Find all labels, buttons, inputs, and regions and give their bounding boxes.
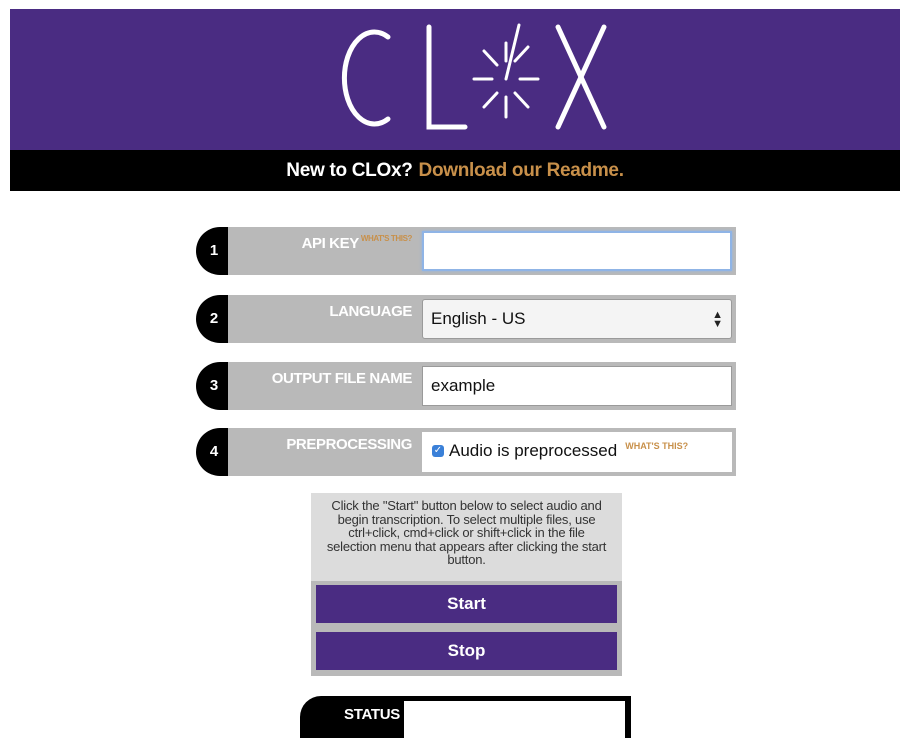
api-key-label: API KEY [301,235,360,252]
start-button[interactable]: Start [316,585,617,623]
preprocessing-row: 4 PREPROCESSING ✓ Audio is preprocessed WH… [196,428,738,476]
language-row: 2 LANGUAGE English - US ▲ ▼ [196,295,738,343]
header-banner [10,9,900,150]
select-arrows-icon: ▲ ▼ [712,309,723,330]
readme-bar: New to CLOx? Download our Readme. [10,150,900,191]
language-label-block: LANGUAGE [228,295,418,343]
stop-button[interactable]: Stop [316,632,617,670]
preprocessing-field-wrap: ✓ Audio is preprocessed WHAT'S THIS? [418,428,736,476]
status-bar: STATUS [300,696,631,738]
readme-link[interactable]: Download our Readme. [419,160,624,181]
language-label: LANGUAGE [329,303,412,320]
preprocessing-label: PREPROCESSING [286,436,412,453]
output-file-row: 3 OUTPUT FILE NAME example [196,362,738,410]
step-number: 2 [196,295,228,343]
output-file-label: OUTPUT FILE NAME [271,370,413,387]
step-number: 3 [196,362,228,410]
new-to-clox-text: New to CLOx? [286,160,413,181]
language-field-wrap: English - US ▲ ▼ [418,295,736,343]
status-output [404,701,625,738]
language-select[interactable]: English - US ▲ ▼ [422,299,732,339]
clock-logo-icon [472,23,540,119]
transcription-controls: Click the "Start" button below to select… [311,493,622,676]
api-key-input[interactable] [422,231,732,271]
preprocessing-label-block: PREPROCESSING [228,428,418,476]
output-file-label-block: OUTPUT FILE NAME [228,362,418,410]
output-file-input[interactable]: example [422,366,732,406]
step-number: 1 [196,227,228,275]
preprocessing-option: ✓ Audio is preprocessed WHAT'S THIS? [422,432,732,472]
api-key-label-block: API KEY WHAT'S THIS? [228,227,418,275]
step-number: 4 [196,428,228,476]
checkbox-checked-icon[interactable]: ✓ [432,444,444,457]
api-key-field-wrap [418,227,736,275]
clox-logo [341,23,607,130]
instructions-text: Click the "Start" button below to select… [311,493,622,581]
api-key-row: 1 API KEY WHAT'S THIS? [196,227,738,275]
language-selected-value: English - US [431,309,526,328]
preprocessing-help-link[interactable]: WHAT'S THIS? [625,441,688,451]
api-key-help-link[interactable]: WHAT'S THIS? [361,234,413,243]
preprocessing-checkbox-label[interactable]: Audio is preprocessed [449,441,617,460]
output-file-field-wrap: example [418,362,736,410]
status-label: STATUS [344,706,400,723]
